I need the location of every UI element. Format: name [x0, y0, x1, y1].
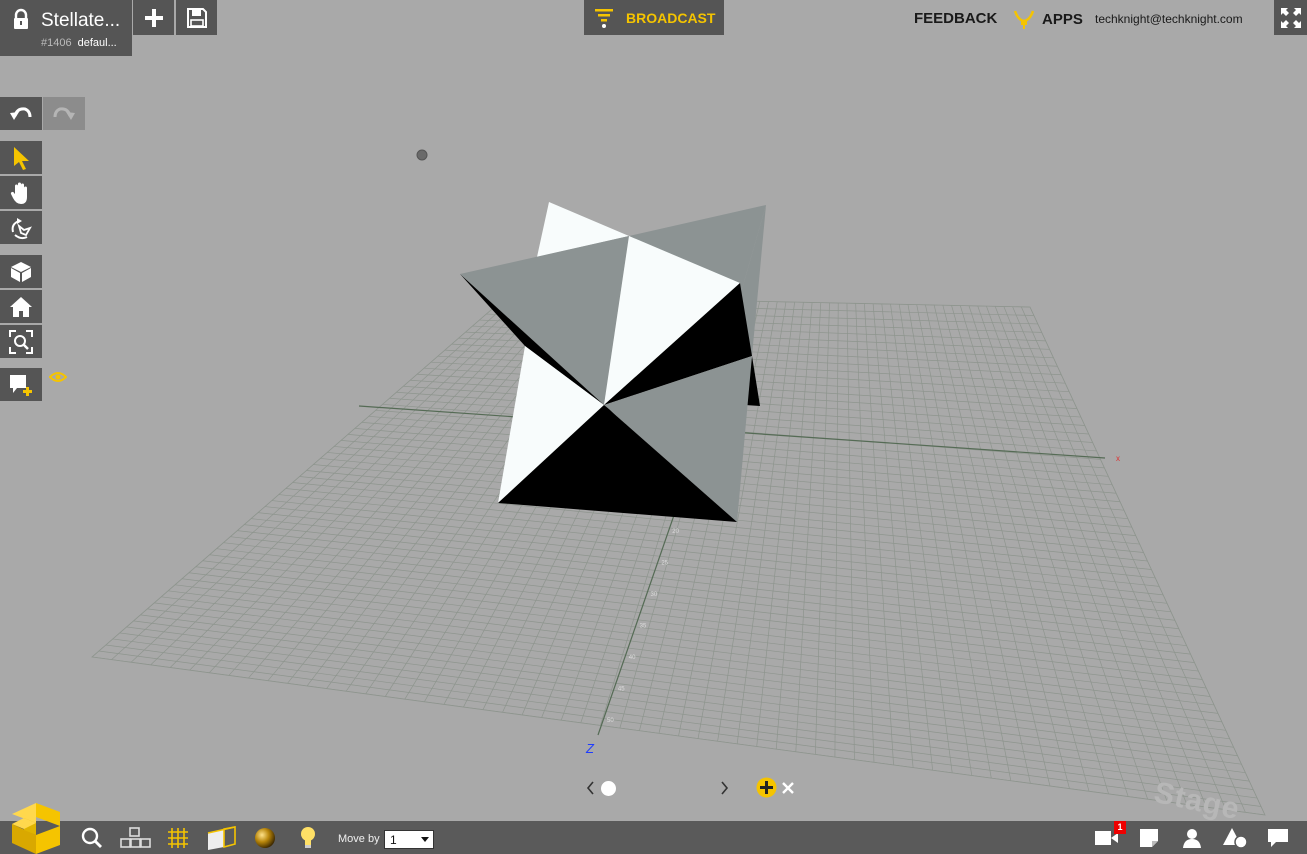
select-tool-button[interactable] [0, 141, 42, 174]
grid-line [1003, 306, 1207, 808]
notes-button[interactable] [1132, 821, 1166, 854]
orbit-icon [11, 217, 32, 239]
x-axis-label: x [1116, 454, 1120, 463]
project-id: #1406 [41, 37, 72, 49]
project-header[interactable]: Stellate... #1406 defaul... [0, 0, 132, 56]
scene-next-button[interactable] [719, 779, 731, 797]
move-by-label: Move by [338, 833, 380, 845]
grid-line [105, 644, 1258, 799]
plug-icon [1013, 10, 1035, 29]
shapes-icon [1223, 827, 1248, 849]
material-button[interactable] [204, 821, 238, 854]
scene-name[interactable]: defaul... [78, 37, 117, 49]
z-tick-label: 40 [629, 655, 636, 661]
redo-icon [53, 106, 75, 120]
note-icon [1140, 828, 1158, 847]
add-annotation-button[interactable] [0, 368, 42, 401]
eye-icon[interactable] [49, 370, 67, 384]
material-icon [207, 825, 236, 850]
zoom-fit-button[interactable] [0, 325, 42, 358]
project-subtitle: #1406 defaul... [41, 37, 117, 49]
z-tick-label: 30 [651, 592, 658, 598]
user-account-link[interactable]: techknight@techknight.com [1095, 12, 1243, 26]
chevron-down-icon [421, 837, 429, 842]
grid-line [133, 620, 1242, 765]
add-button[interactable] [133, 0, 174, 35]
scene-dot[interactable] [601, 781, 616, 796]
cube-view-icon [11, 261, 31, 282]
apps-button[interactable]: APPS [1012, 8, 1083, 30]
grid-line [951, 305, 1090, 792]
remove-scene-button[interactable] [781, 781, 795, 795]
stellated-octahedron-model [460, 202, 766, 522]
sphere-render-button[interactable] [248, 821, 282, 854]
search-icon [81, 827, 102, 848]
save-button[interactable] [176, 0, 217, 35]
shapes-button[interactable] [1218, 821, 1252, 854]
search-button[interactable] [75, 821, 109, 854]
grid-line [147, 608, 1234, 748]
light-bulb-icon [301, 826, 315, 848]
blocks-icon [120, 826, 151, 848]
cube-view-button[interactable] [0, 255, 42, 288]
grid-line [1012, 306, 1227, 810]
grid-line [994, 306, 1188, 805]
broadcast-button[interactable]: BROADCAST [584, 0, 724, 35]
chat-icon [1268, 828, 1288, 847]
pan-tool-button[interactable] [0, 176, 42, 209]
plus-icon [144, 8, 163, 27]
chevron-right-icon [721, 781, 729, 795]
sphere-icon [255, 827, 275, 848]
chevron-left-icon [586, 781, 594, 795]
grid-toggle-button[interactable] [161, 821, 195, 854]
grid-line [112, 638, 1254, 790]
home-view-button[interactable] [0, 290, 42, 323]
zoom-fit-icon [9, 329, 33, 354]
feedback-link[interactable]: FEEDBACK [914, 10, 997, 27]
hand-pan-icon [10, 182, 27, 204]
undo-button[interactable] [0, 97, 42, 130]
grid-line [968, 305, 1129, 797]
fullscreen-icon [1280, 7, 1301, 28]
undo-icon [10, 106, 32, 120]
collaborators-button[interactable] [1175, 821, 1209, 854]
logo-icon[interactable] [8, 801, 64, 854]
blocks-button[interactable] [118, 821, 152, 854]
orbit-tool-button[interactable] [0, 211, 42, 244]
scene-prev-button[interactable] [584, 779, 596, 797]
broadcast-icon [595, 8, 613, 28]
grid-icon [168, 827, 188, 848]
add-scene-button[interactable] [756, 777, 777, 798]
redo-button[interactable] [43, 97, 85, 130]
z-tick-label: 45 [618, 687, 625, 693]
user-icon [1183, 828, 1201, 848]
add-annotation-icon [10, 374, 32, 396]
z-tick-label: 20 [672, 529, 679, 535]
z-tick-label: 50 [607, 718, 614, 724]
project-title[interactable]: Stellate... [41, 10, 120, 32]
home-icon [10, 296, 32, 317]
chat-button[interactable] [1261, 821, 1295, 854]
light-marker [416, 149, 428, 161]
move-by-select[interactable]: 1 [384, 830, 434, 849]
z-axis-label: Z [586, 741, 594, 756]
fullscreen-button[interactable] [1274, 0, 1307, 35]
select-arrow-icon [14, 146, 29, 170]
save-icon [186, 7, 207, 28]
viewport-canvas[interactable]: 101520253035404550 [0, 0, 1307, 854]
z-tick-label: 25 [661, 561, 668, 567]
apps-label: APPS [1042, 10, 1083, 28]
z-tick-label: 35 [640, 624, 647, 630]
broadcast-label: BROADCAST [626, 9, 716, 26]
move-by-value: 1 [390, 833, 397, 847]
lighting-button[interactable] [291, 821, 325, 854]
notification-badge: 1 [1114, 821, 1126, 834]
lock-icon[interactable] [12, 8, 30, 32]
